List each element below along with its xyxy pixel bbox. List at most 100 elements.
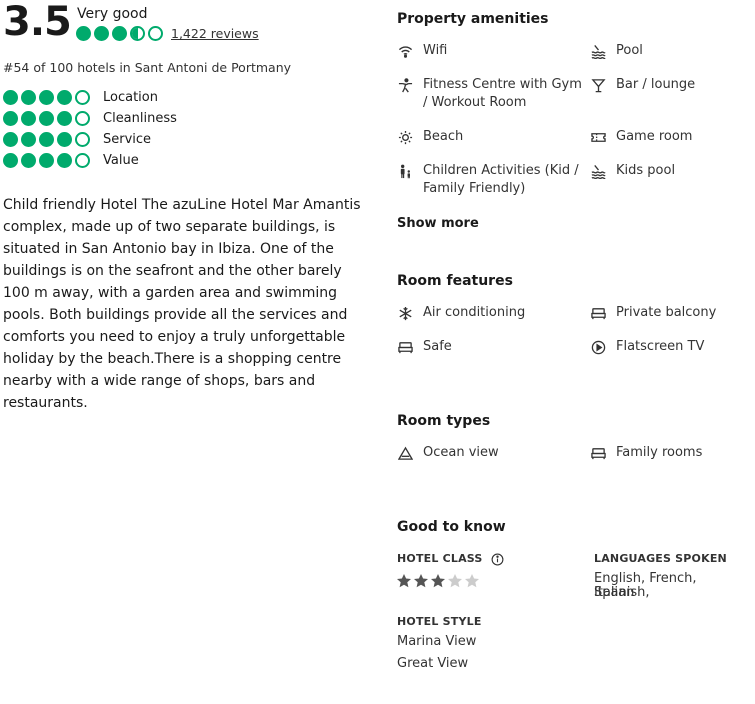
room-type-label: Ocean view [423, 445, 499, 460]
bubble-icon [3, 131, 18, 147]
amenity-bar: Bar / lounge [590, 76, 750, 94]
sub-rating-label: Cleanliness [103, 110, 177, 126]
sub-rating-label: Location [103, 89, 158, 105]
wifi-icon [397, 43, 413, 59]
snowflake-icon [397, 305, 413, 321]
bubble-icon [3, 152, 18, 168]
bubble-icon [21, 131, 36, 147]
bed-icon [590, 305, 606, 321]
amenity-beach: Beach [397, 128, 577, 146]
empty-bubble-icon [75, 152, 90, 168]
reviews-link[interactable]: 1,422 reviews [171, 26, 259, 42]
languages-label: LANGUAGES SPOKEN [594, 552, 727, 565]
room-type-family-rooms: Family rooms [590, 444, 750, 462]
sub-rating-service: Service [3, 130, 151, 148]
room-type-label: Family rooms [616, 445, 703, 460]
bubble-icon [76, 26, 91, 41]
cocktail-icon [590, 77, 606, 93]
bubble-icon [21, 89, 36, 105]
rating-bubbles [76, 26, 163, 41]
sub-rating-label: Value [103, 152, 139, 168]
bubble-icon [39, 110, 54, 126]
amenity-label: Fitness Centre with Gym / Workout Room [423, 77, 582, 110]
show-more-button[interactable]: Show more [397, 215, 479, 233]
feature-air-conditioning: Air conditioning [397, 304, 577, 322]
rating-bubbles [3, 152, 90, 168]
bubble-icon [39, 152, 54, 168]
good-to-know-title: Good to know [397, 519, 506, 535]
rating-bubbles [3, 89, 90, 105]
ranking-text: #54 of 100 hotels in Sant Antoni de Port… [3, 60, 292, 75]
ticket-icon [590, 129, 606, 145]
amenity-label: Bar / lounge [616, 77, 696, 92]
half-bubble-icon [130, 26, 145, 41]
sub-rating-location: Location [3, 88, 158, 106]
feature-label: Air conditioning [423, 305, 526, 320]
amenity-wifi: Wifi [397, 42, 577, 60]
bed-icon [397, 339, 413, 355]
amenity-label: Children Activities (Kid / Family Friend… [423, 163, 579, 196]
bed-icon [590, 445, 606, 461]
play-icon [590, 339, 606, 355]
bubble-icon [39, 131, 54, 147]
bubble-icon [94, 26, 109, 41]
amenity-label: Beach [423, 129, 464, 144]
hotel-class-label: HOTEL CLASS [397, 552, 483, 565]
bubble-icon [21, 110, 36, 126]
sun-icon [397, 129, 413, 145]
bubble-icon [57, 89, 72, 105]
amenity-label: Kids pool [616, 163, 676, 178]
hotel-description: Child friendly Hotel The azuLine Hotel M… [3, 197, 361, 411]
hotel-class-stars [396, 573, 480, 589]
bubble-icon [21, 152, 36, 168]
hotel-class-heading: HOTEL CLASS [397, 552, 504, 566]
rating-score: 3.5 [3, 0, 72, 45]
star-empty-icon [465, 574, 479, 588]
pool-icon [590, 43, 606, 59]
sub-rating-cleanliness: Cleanliness [3, 109, 177, 127]
family-icon [397, 163, 413, 179]
amenity-pool: Pool [590, 42, 750, 60]
feature-label: Flatscreen TV [616, 339, 705, 354]
room-types-title: Room types [397, 413, 491, 429]
bubble-icon [112, 26, 127, 41]
room-type-ocean-view: Ocean view [397, 444, 577, 462]
amenity-label: Wifi [423, 43, 448, 58]
mountain-icon [397, 445, 413, 461]
info-icon[interactable] [491, 553, 504, 566]
feature-label: Private balcony [616, 305, 717, 320]
rating-bubbles [3, 131, 90, 147]
fitness-icon [397, 77, 413, 93]
amenities-title: Property amenities [397, 11, 549, 27]
empty-bubble-icon [75, 110, 90, 126]
rating-label: Very good [77, 6, 148, 22]
star-icon [414, 574, 428, 588]
room-features-title: Room features [397, 273, 513, 289]
star-icon [431, 574, 445, 588]
bubble-icon [57, 131, 72, 147]
rating-bubbles [3, 110, 90, 126]
amenity-label: Game room [616, 129, 693, 144]
sub-rating-label: Service [103, 131, 152, 147]
feature-private-balcony: Private balcony [590, 304, 750, 322]
amenity-kids-pool: Kids pool [590, 162, 750, 180]
empty-bubble-icon [75, 131, 90, 147]
amenity-game-room: Game room [590, 128, 750, 146]
star-empty-icon [448, 574, 462, 588]
bubble-icon [57, 110, 72, 126]
bubble-icon [57, 152, 72, 168]
hotel-style-label: HOTEL STYLE [397, 615, 482, 628]
feature-label: Safe [423, 339, 452, 354]
star-icon [397, 574, 411, 588]
hotel-style-item: Great View [397, 656, 469, 671]
amenity-children-activities: Children Activities (Kid / Family Friend… [397, 162, 582, 198]
hotel-style-item: Marina View [397, 634, 477, 649]
bubble-icon [3, 110, 18, 126]
languages-line-2: Italian [594, 585, 635, 600]
amenity-fitness: Fitness Centre with Gym / Workout Room [397, 76, 582, 112]
empty-bubble-icon [148, 26, 163, 41]
feature-safe: Safe [397, 338, 577, 356]
pool-icon [590, 163, 606, 179]
sub-rating-value: Value [3, 151, 139, 169]
amenity-label: Pool [616, 43, 643, 58]
